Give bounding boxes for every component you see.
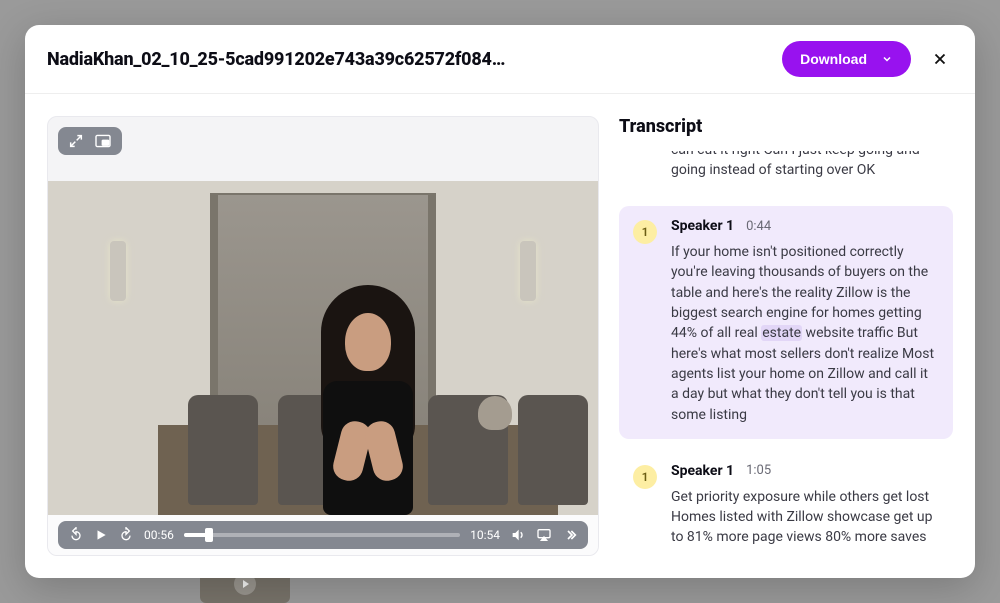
play-icon[interactable] [94, 528, 108, 542]
transcript-segment[interactable]: 1Speaker 10:12appears on Zillow What if … [619, 151, 953, 194]
transcript-segment[interactable]: 1 Speaker 1 0:44 If your home isn't positio… [619, 206, 953, 439]
video-controls-bar: 00:56 10:54 [48, 515, 598, 555]
modal-header: NadiaKhan_02_10_25-5cad991202e743a39c625… [25, 25, 975, 94]
close-button[interactable] [927, 46, 953, 72]
progress-track[interactable] [184, 533, 460, 537]
transcript-title: Transcript [619, 116, 953, 137]
video-player: 00:56 10:54 [47, 116, 599, 556]
player-overlay-tools [48, 117, 598, 181]
segment-timestamp: 0:44 [746, 219, 771, 234]
segment-body: Speaker 1 1:05 Get priority exposure while… [671, 463, 939, 548]
progress-thumb[interactable] [205, 528, 213, 542]
duration: 10:54 [470, 528, 500, 542]
transcript-segment[interactable]: 1 Speaker 1 1:05 Get priority exposure whil… [619, 451, 953, 562]
segment-text: Get priority exposure while others get l… [671, 487, 939, 548]
current-time: 00:56 [144, 528, 174, 542]
player-tool-pill [58, 127, 122, 155]
forward-icon[interactable] [118, 527, 134, 543]
speaker-avatar: 1 [633, 220, 657, 244]
airplay-icon[interactable] [536, 527, 552, 543]
segment-header: Speaker 1 0:44 [671, 218, 939, 234]
video-pane: 00:56 10:54 [25, 94, 615, 578]
speaker-name: Speaker 1 [671, 463, 734, 479]
close-icon [931, 50, 949, 68]
speaker-avatar: 1 [633, 465, 657, 489]
rewind-icon[interactable] [68, 527, 84, 543]
modal-body: 00:56 10:54 [25, 94, 975, 578]
picture-in-picture-icon[interactable] [94, 134, 112, 148]
transcript-scroll[interactable]: 1 Speaker 10:12appears on Zillow What if … [619, 151, 953, 578]
download-label: Download [800, 51, 867, 67]
file-title: NadiaKhan_02_10_25-5cad991202e743a39c625… [47, 49, 505, 70]
more-icon[interactable] [562, 527, 578, 543]
segment-text: appears on Zillow What if your home un s… [671, 151, 939, 180]
video-frame[interactable] [48, 181, 598, 515]
download-button[interactable]: Download [782, 41, 911, 77]
video-review-modal: NadiaKhan_02_10_25-5cad991202e743a39c625… [25, 25, 975, 578]
expand-icon[interactable] [68, 133, 84, 149]
segment-body: Speaker 1 0:44 If your home isn't position… [671, 218, 939, 425]
header-actions: Download [782, 41, 953, 77]
highlighted-word: estate [761, 325, 802, 341]
video-controls: 00:56 10:54 [58, 521, 588, 549]
transcript-pane: Transcript 1 Speaker 10:12appears on Zill… [615, 94, 975, 578]
volume-icon[interactable] [510, 527, 526, 543]
segment-body: Speaker 10:12appears on Zillow What if y… [671, 151, 939, 180]
speaker-name: Speaker 1 [671, 218, 734, 234]
segment-header: Speaker 1 1:05 [671, 463, 939, 479]
segment-text: If your home isn't positioned correctly … [671, 242, 939, 425]
chevron-down-icon [881, 53, 893, 65]
segment-timestamp: 1:05 [746, 463, 771, 478]
